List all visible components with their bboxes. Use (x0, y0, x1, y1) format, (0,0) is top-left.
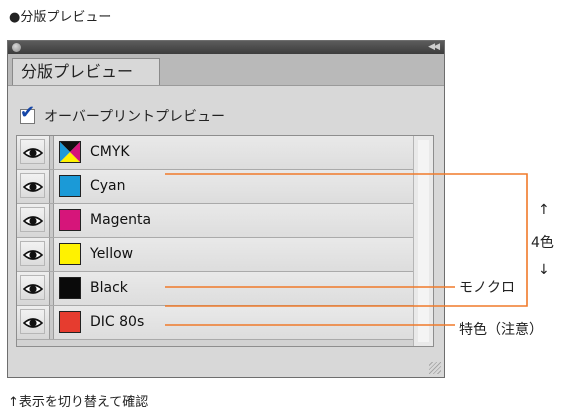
row-name-cell[interactable]: DIC 80s (54, 306, 413, 339)
separation-label: Cyan (90, 178, 126, 194)
row-name-cell[interactable]: CMYK (54, 136, 413, 169)
tab-bar: 分版プレビュー (8, 54, 444, 86)
overprint-preview-checkbox[interactable]: ✔ (20, 102, 35, 124)
separation-row[interactable]: DIC 80s (17, 306, 413, 340)
separation-label: Yellow (90, 246, 134, 262)
eye-icon (23, 250, 43, 260)
row-name-cell[interactable]: Yellow (54, 238, 413, 271)
list-footer (17, 340, 413, 346)
separation-row[interactable]: CMYK (17, 136, 413, 170)
page-heading: ●分版プレビュー (9, 10, 112, 25)
visibility-toggle[interactable] (17, 136, 50, 169)
eye-icon (23, 318, 43, 328)
eye-icon (23, 182, 43, 192)
row-name-cell[interactable]: Black (54, 272, 413, 305)
color-swatch (59, 209, 81, 231)
eye-icon (23, 284, 43, 294)
separations-preview-panel: ◀◀ 分版プレビュー ✔ オーバープリントプレビュー CMYK Cyan Magen… (7, 40, 445, 378)
monochrome-label: モノクロ (459, 280, 515, 296)
eye-icon (23, 216, 43, 226)
down-arrow-text: ↓ (538, 262, 550, 278)
color-swatch (59, 311, 81, 333)
overprint-preview-label: オーバープリントプレビュー (44, 109, 226, 125)
color-swatch (59, 243, 81, 265)
row-name-cell[interactable]: Cyan (54, 170, 413, 203)
cmyk-swatch-icon (60, 142, 80, 162)
spot-color-label: 特色（注意） (459, 322, 543, 338)
up-arrow-text: ↑ (538, 202, 550, 218)
tab-separations-preview[interactable]: 分版プレビュー (12, 58, 160, 85)
separation-label: Black (90, 280, 128, 296)
overprint-preview-option[interactable]: ✔ オーバープリントプレビュー (20, 102, 226, 127)
close-icon[interactable] (12, 43, 21, 52)
visibility-toggle[interactable] (17, 238, 50, 271)
separation-row[interactable]: Black (17, 272, 413, 306)
scroll-track[interactable] (418, 140, 429, 342)
separations-list: CMYK Cyan Magenta Yellow Black DIC 80s (16, 135, 434, 347)
checkmark-icon: ✔ (20, 101, 36, 123)
separation-label: DIC 80s (90, 314, 145, 330)
eye-icon (23, 148, 43, 158)
separation-row[interactable]: Magenta (17, 204, 413, 238)
color-swatch (59, 175, 81, 197)
row-name-cell[interactable]: Magenta (54, 204, 413, 237)
panel-titlebar[interactable]: ◀◀ (8, 41, 444, 54)
separation-label: CMYK (90, 144, 130, 160)
scrollbar[interactable] (413, 136, 433, 346)
visibility-toggle[interactable] (17, 170, 50, 203)
visibility-toggle[interactable] (17, 204, 50, 237)
bottom-note: ↑表示を切り替えて確認 (8, 395, 149, 410)
color-swatch (59, 141, 81, 163)
resize-grip-icon[interactable] (429, 362, 441, 374)
separation-row[interactable]: Yellow (17, 238, 413, 272)
visibility-toggle[interactable] (17, 306, 50, 339)
color-swatch (59, 277, 81, 299)
separation-row[interactable]: Cyan (17, 170, 413, 204)
visibility-toggle[interactable] (17, 272, 50, 305)
collapse-icon[interactable]: ◀◀ (428, 41, 440, 54)
four-color-label: 4色 (531, 235, 554, 251)
separation-label: Magenta (90, 212, 152, 228)
